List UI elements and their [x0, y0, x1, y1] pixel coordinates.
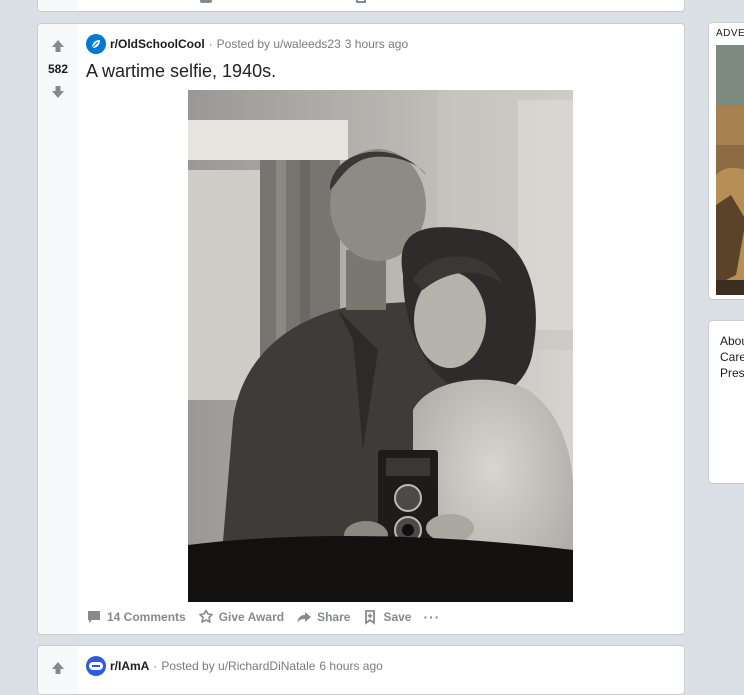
subreddit-link[interactable]: r/OldSchoolCool — [110, 37, 205, 51]
next-post-time[interactable]: 6 hours ago — [319, 659, 382, 673]
post-meta: r/OldSchoolCool · Posted by u/waleeds23 … — [86, 34, 408, 54]
next-posted-by[interactable]: Posted by u/RichardDiNatale — [161, 659, 315, 673]
comment-icon — [88, 611, 100, 623]
post-actions: 14 Comments Give Award Share Save ··· — [86, 609, 452, 625]
previous-post-card[interactable] — [37, 0, 685, 12]
footer-links: About Careers Press — [720, 333, 744, 381]
footer-link-about[interactable]: About — [720, 333, 744, 349]
give-award-button[interactable]: Give Award — [198, 609, 284, 625]
share-button[interactable]: Share — [296, 609, 350, 625]
more-options-button[interactable]: ··· — [423, 609, 440, 625]
iama-icon — [89, 662, 103, 670]
footer-link-careers[interactable]: Careers — [720, 349, 744, 365]
share-label: Share — [317, 610, 351, 624]
save-icon — [365, 610, 376, 625]
footer-link-press[interactable]: Press — [720, 365, 744, 381]
upvote-icon — [52, 662, 64, 674]
post-image[interactable] — [188, 90, 573, 602]
award-icon — [198, 609, 213, 623]
more-options-icon: ··· — [423, 609, 441, 625]
upvote-button[interactable] — [46, 34, 70, 58]
post-score: 582 — [47, 62, 69, 76]
next-subreddit-icon[interactable] — [86, 656, 106, 676]
comments-label: 14 Comments — [107, 610, 186, 624]
post-time[interactable]: 3 hours ago — [345, 37, 408, 51]
next-vote-column — [38, 646, 78, 694]
footer-links-card: About Careers Press — [708, 320, 744, 484]
next-subreddit-link[interactable]: r/IAmA — [110, 659, 149, 673]
next-meta-separator: · — [153, 659, 158, 673]
comment-icon — [200, 0, 212, 3]
downvote-icon — [52, 86, 64, 98]
give-award-label: Give Award — [218, 610, 285, 624]
share-icon — [297, 612, 312, 623]
save-label: Save — [383, 610, 412, 624]
vote-column: 582 — [38, 24, 78, 634]
subreddit-icon[interactable] — [86, 34, 106, 54]
comments-button[interactable]: 14 Comments — [86, 609, 186, 625]
post-card[interactable]: 582 r/OldSchoolCool · Posted by u/waleed… — [37, 23, 685, 635]
next-post-meta: r/IAmA · Posted by u/RichardDiNatale 6 h… — [86, 656, 383, 676]
next-post-card[interactable]: r/IAmA · Posted by u/RichardDiNatale 6 h… — [37, 645, 685, 695]
downvote-button[interactable] — [46, 80, 70, 104]
next-upvote-button[interactable] — [46, 656, 70, 680]
save-icon — [356, 0, 366, 3]
save-button[interactable]: Save — [362, 609, 411, 625]
ad-label: ADVERTISEMENT — [716, 28, 744, 39]
post-title[interactable]: A wartime selfie, 1940s. — [86, 61, 276, 82]
previous-post-vote-column — [38, 0, 78, 11]
ad-image[interactable] — [716, 45, 744, 295]
leaf-icon — [91, 40, 100, 49]
advertisement-card[interactable]: ADVERTISEMENT — [708, 22, 744, 300]
meta-separator: · — [208, 37, 213, 51]
posted-by[interactable]: Posted by u/waleeds23 — [217, 37, 341, 51]
upvote-icon — [52, 40, 64, 52]
